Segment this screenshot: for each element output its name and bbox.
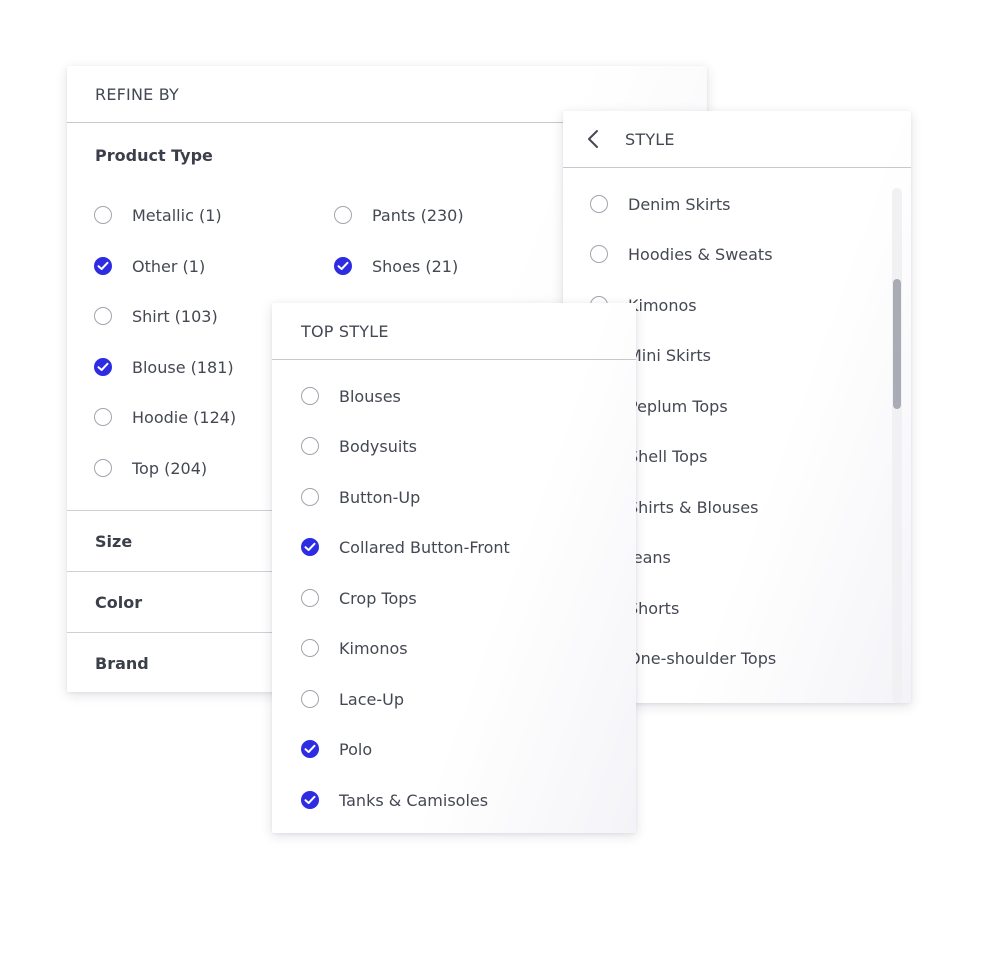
option-label: Denim Skirts <box>628 194 731 214</box>
style-option[interactable]: Hoodies & Sweats <box>590 242 773 266</box>
option-label: Collared Button-Front <box>339 537 510 557</box>
radio-icon[interactable] <box>301 387 319 405</box>
option-label: Hoodies & Sweats <box>628 244 773 264</box>
product-type-option[interactable]: Shoes (21) <box>334 254 458 278</box>
option-label: Kimonos <box>339 638 408 658</box>
product-type-option[interactable]: Pants (230) <box>334 203 464 227</box>
radio-icon[interactable] <box>301 437 319 455</box>
checked-radio-icon[interactable] <box>301 791 319 809</box>
section-color[interactable]: Color <box>95 593 142 612</box>
radio-icon[interactable] <box>94 307 112 325</box>
top-style-panel: TOP STYLE Blouses Bodysuits Button-Up Co… <box>272 303 636 833</box>
product-type-title[interactable]: Product Type <box>95 146 213 165</box>
radio-icon[interactable] <box>94 408 112 426</box>
radio-icon[interactable] <box>94 206 112 224</box>
option-label: Kimonos <box>628 295 697 315</box>
top-style-option[interactable]: Lace-Up <box>301 687 404 711</box>
option-label: Blouses <box>339 386 401 406</box>
checked-radio-icon[interactable] <box>301 538 319 556</box>
scrollbar-track[interactable] <box>892 188 902 703</box>
option-label: Blouse (181) <box>132 357 234 377</box>
section-brand[interactable]: Brand <box>95 654 149 673</box>
radio-icon[interactable] <box>301 690 319 708</box>
option-label: One-shoulder Tops <box>628 648 777 668</box>
checked-radio-icon[interactable] <box>94 358 112 376</box>
top-style-option[interactable]: Crop Tops <box>301 586 417 610</box>
top-style-option[interactable]: Collared Button-Front <box>301 535 510 559</box>
option-label: Mini Skirts <box>628 345 711 365</box>
top-style-header: TOP STYLE <box>272 303 636 360</box>
checked-radio-icon[interactable] <box>334 257 352 275</box>
product-type-option[interactable]: Shirt (103) <box>94 304 218 328</box>
top-style-option[interactable]: Bodysuits <box>301 434 417 458</box>
scrollbar-thumb[interactable] <box>893 279 901 409</box>
option-label: Button-Up <box>339 487 421 507</box>
top-style-option[interactable]: Button-Up <box>301 485 420 509</box>
option-label: Shell Tops <box>628 446 708 466</box>
radio-icon[interactable] <box>301 639 319 657</box>
radio-icon[interactable] <box>590 195 608 213</box>
product-type-option[interactable]: Other (1) <box>94 254 205 278</box>
top-style-option[interactable]: Kimonos <box>301 636 408 660</box>
refine-by-title: REFINE BY <box>95 84 179 104</box>
radio-icon[interactable] <box>334 206 352 224</box>
option-label: Crop Tops <box>339 588 417 608</box>
option-label: Polo <box>339 739 373 759</box>
product-type-option[interactable]: Metallic (1) <box>94 203 222 227</box>
option-label: Other (1) <box>132 256 206 276</box>
section-size[interactable]: Size <box>95 532 132 551</box>
option-label: Lace-Up <box>339 689 404 709</box>
option-label: Bodysuits <box>339 436 417 456</box>
radio-icon[interactable] <box>94 459 112 477</box>
option-label: Tanks & Camisoles <box>339 790 489 810</box>
radio-icon[interactable] <box>301 589 319 607</box>
option-label: Peplum Tops <box>628 396 728 416</box>
top-style-option[interactable]: Tanks & Camisoles <box>301 788 488 812</box>
chevron-left-icon[interactable] <box>587 128 601 150</box>
style-header: STYLE <box>563 111 911 168</box>
radio-icon[interactable] <box>590 245 608 263</box>
option-label: Metallic (1) <box>132 205 222 225</box>
product-type-option[interactable]: Blouse (181) <box>94 355 234 379</box>
style-option[interactable]: Denim Skirts <box>590 192 730 216</box>
top-style-option[interactable]: Polo <box>301 737 372 761</box>
option-label: Pants (230) <box>372 205 464 225</box>
option-label: Shirts & Blouses <box>628 497 759 517</box>
option-label: Hoodie (124) <box>132 407 237 427</box>
checked-radio-icon[interactable] <box>94 257 112 275</box>
top-style-title: TOP STYLE <box>301 321 389 341</box>
checked-radio-icon[interactable] <box>301 740 319 758</box>
style-title: STYLE <box>625 129 675 149</box>
radio-icon[interactable] <box>301 488 319 506</box>
option-label: Top (204) <box>132 458 208 478</box>
option-label: Shoes (21) <box>372 256 459 276</box>
product-type-option[interactable]: Hoodie (124) <box>94 405 236 429</box>
product-type-option[interactable]: Top (204) <box>94 456 207 480</box>
option-label: Shirt (103) <box>132 306 218 326</box>
top-style-option[interactable]: Blouses <box>301 384 401 408</box>
